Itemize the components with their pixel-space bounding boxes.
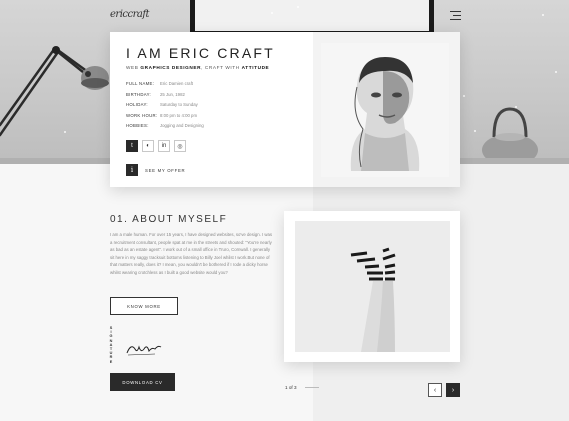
profile-info-panel: I AM ERIC CRAFT WEB GRAPHICS DESIGNER, C…	[110, 32, 313, 187]
twitter-icon[interactable]: t	[126, 140, 138, 152]
info-row-full-name: FULL NAME: Eric Damien craft	[126, 79, 204, 90]
info-row-birthday: BIRTHDAY: 25 Jun, 1982	[126, 90, 204, 101]
see-my-offer-button[interactable]: i SEE MY OFFER	[126, 164, 185, 176]
signature-image	[126, 345, 162, 356]
profile-card: I AM ERIC CRAFT WEB GRAPHICS DESIGNER, C…	[110, 32, 460, 187]
socks-photo	[295, 221, 450, 352]
info-row-work-hour: WORK HOUR: 8:00 pm to 4:00 pm	[126, 111, 204, 122]
info-row-holiday: HOLIDAY: Saturday to Sunday	[126, 100, 204, 111]
know-more-button[interactable]: KNOW MORE	[110, 297, 178, 315]
signature-label: SIGNATURE	[109, 326, 113, 364]
github-icon[interactable]: ◐	[142, 140, 154, 152]
kettle-image	[482, 107, 538, 164]
site-logo[interactable]: ericcraft	[110, 9, 150, 20]
desk-lamp-image	[0, 46, 109, 137]
info-value: 8:00 pm to 4:00 pm	[160, 112, 198, 118]
slider-pager: 1 of 3	[285, 385, 319, 390]
info-label: WORK HOUR:	[126, 112, 158, 118]
gallery-photo-card	[284, 211, 460, 362]
profile-photo-panel	[313, 32, 460, 187]
info-value: Saturday to Sunday	[160, 102, 198, 107]
dribbble-icon[interactable]: ◎	[174, 140, 186, 152]
about-title: 01. ABOUT MYSELF	[110, 214, 228, 225]
info-label: HOLIDAY:	[126, 102, 148, 107]
info-label: BIRTHDAY:	[126, 91, 151, 97]
info-value: Eric Damien craft	[160, 81, 193, 86]
social-links: t ◐ in ◎	[126, 140, 186, 152]
info-value: Jogging and Designing	[160, 123, 204, 128]
info-label: FULL NAME:	[126, 81, 155, 86]
pager-line	[304, 387, 319, 388]
linkedin-icon[interactable]: in	[158, 140, 170, 152]
download-cv-button[interactable]: DOWNLOAD CV	[110, 373, 175, 391]
profile-name: I AM ERIC CRAFT	[126, 45, 275, 61]
chevron-right-icon[interactable]: ›	[446, 383, 460, 397]
hamburger-icon[interactable]	[450, 11, 461, 20]
info-icon: i	[126, 164, 138, 176]
profile-info-list: FULL NAME: Eric Damien craft BIRTHDAY: 25 …	[126, 79, 204, 132]
info-label: HOBBIES:	[126, 123, 149, 128]
monitor-image	[190, 0, 434, 36]
info-row-hobbies: HOBBIES: Jogging and Designing	[126, 121, 204, 132]
about-text: I am a male human. For over 15 years, I …	[110, 232, 273, 275]
profile-tagline: WEB GRAPHICS DESIGNER, CRAFT WITH ATTITU…	[126, 65, 270, 70]
pager-text: 1 of 3	[285, 385, 297, 390]
offer-label: SEE MY OFFER	[145, 167, 186, 173]
profile-portrait-image	[321, 43, 449, 177]
chevron-left-icon[interactable]: ‹	[428, 383, 442, 397]
info-value: 25 Jun, 1982	[160, 91, 185, 97]
